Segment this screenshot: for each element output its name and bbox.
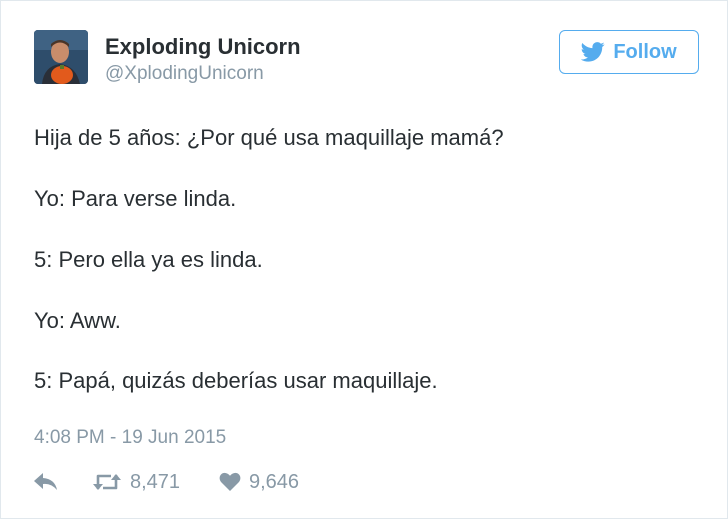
retweet-button[interactable]: 8,471 — [92, 467, 180, 497]
tweet-text-line: Yo: Aww. — [34, 308, 121, 333]
tweet-text-line: Yo: Para verse linda. — [34, 186, 237, 211]
avatar[interactable] — [34, 30, 88, 84]
twitter-bird-icon — [581, 42, 605, 62]
reply-button[interactable] — [34, 467, 58, 497]
tweet-text-line: Hija de 5 años: ¿Por qué usa maquillaje … — [34, 125, 504, 150]
user-handle[interactable]: @XplodingUnicorn — [105, 63, 264, 85]
retweet-count: 8,471 — [130, 470, 181, 493]
user-name[interactable]: Exploding Unicorn — [105, 34, 301, 60]
heart-icon — [219, 472, 241, 491]
tweet-card: Exploding Unicorn @XplodingUnicorn Follo… — [0, 0, 728, 519]
reply-arrow-icon — [34, 473, 57, 490]
like-button[interactable]: 9,646 — [219, 467, 299, 497]
tweet-text-line: 5: Papá, quizás deberías usar maquillaje… — [34, 368, 438, 393]
follow-button[interactable]: Follow — [559, 30, 699, 74]
avatar-image — [34, 30, 88, 84]
retweet-icon — [93, 474, 121, 490]
tweet-timestamp[interactable]: 4:08 PM - 19 Jun 2015 — [34, 427, 226, 449]
follow-button-label: Follow — [613, 40, 677, 63]
tweet-text-line: 5: Pero ella ya es linda. — [34, 247, 263, 272]
like-count: 9,646 — [249, 470, 300, 493]
